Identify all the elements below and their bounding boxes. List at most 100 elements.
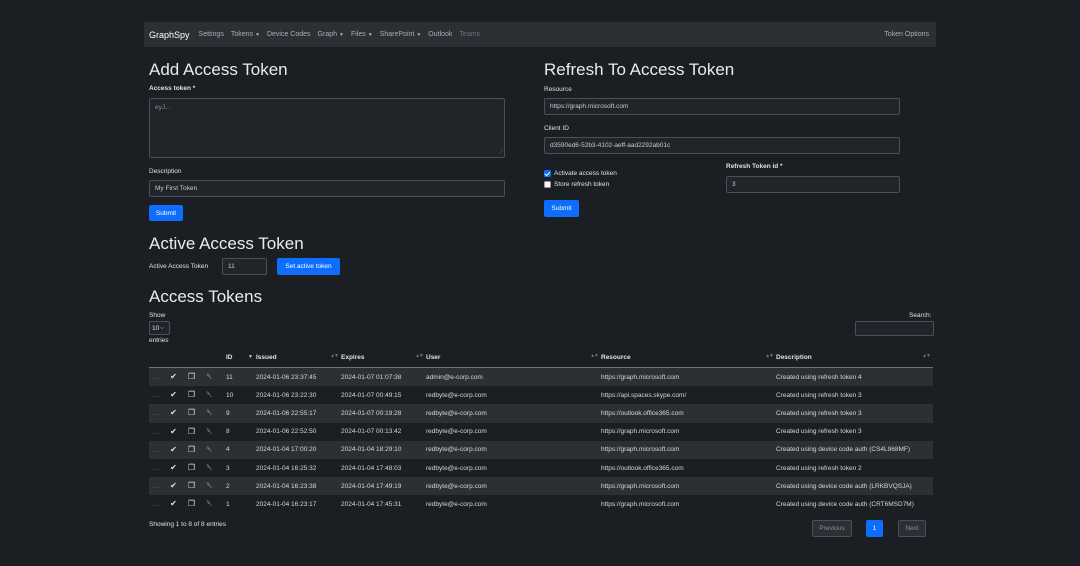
trash-icon[interactable]: ␡ — [205, 408, 214, 418]
trash-icon[interactable]: ␡ — [205, 372, 214, 382]
nav-sharepoint-dropdown[interactable]: SharePoint ▼ — [380, 31, 422, 38]
nav-graph-dropdown[interactable]: Graph ▼ — [318, 31, 344, 38]
check-icon[interactable]: ✔ — [169, 390, 178, 399]
access-token-textarea[interactable]: eyJ... ⟋ — [149, 98, 505, 158]
cell-expires: 2024-01-07 01:07:38 — [341, 367, 426, 387]
check-icon[interactable]: ✔ — [169, 408, 178, 417]
trash-icon[interactable]: ␡ — [205, 445, 214, 455]
copy-icon[interactable]: ❐ — [187, 408, 196, 417]
app: GraphSpy Settings Tokens ▼ Device Codes G… — [144, 22, 936, 537]
cell-user: admin@e-corp.com — [426, 367, 601, 387]
expand-icon[interactable]: … — [152, 499, 161, 508]
check-icon[interactable]: ✔ — [169, 499, 178, 508]
cell-issued: 2024-01-04 16:25:32 — [256, 464, 317, 472]
cell-id: 8 — [226, 428, 230, 436]
check-icon[interactable]: ✔ — [169, 481, 178, 490]
refresh-token-id-input[interactable]: 3 — [726, 176, 900, 193]
check-icon[interactable]: ✔ — [169, 427, 178, 436]
cell-resource: https://graph.microsoft.com — [601, 428, 680, 436]
row-actions: … ✔ ❐ ␡ — [149, 495, 226, 513]
active-access-token-input[interactable]: 11 — [222, 258, 267, 275]
pagination-next[interactable]: Next — [898, 520, 926, 537]
table-info: Showing 1 to 8 of 8 entries — [149, 521, 226, 528]
copy-icon[interactable]: ❐ — [187, 499, 196, 508]
cell-description: Created using refresh token 4 — [776, 367, 933, 387]
nav-teams-disabled: Teams — [459, 31, 481, 38]
column-header-user[interactable]: User ▲▼ — [426, 347, 601, 368]
cell-description: Created using refresh token 3 — [776, 404, 933, 423]
nav-device-codes[interactable]: Device Codes — [267, 31, 311, 38]
caret-down-icon: ▼ — [367, 32, 373, 38]
expand-icon[interactable]: … — [152, 427, 161, 436]
access-tokens-heading: Access Tokens — [149, 287, 263, 306]
check-icon[interactable]: ✔ — [169, 445, 178, 454]
copy-icon[interactable]: ❐ — [187, 372, 196, 381]
nav-tokens-dropdown[interactable]: Tokens ▼ — [231, 31, 260, 38]
description-input[interactable]: My First Token — [149, 180, 505, 197]
cell-issued: 2024-01-06 23:37:45 — [256, 367, 341, 387]
row-actions: … ✔ ❐ ␡ — [149, 459, 226, 477]
copy-icon[interactable]: ❐ — [187, 463, 196, 472]
client-id-label: Client ID — [544, 125, 569, 132]
resource-input[interactable]: https://graph.microsoft.com — [544, 98, 900, 115]
store-refresh-token-checkbox[interactable] — [544, 181, 551, 188]
activate-access-token-checkbox[interactable] — [544, 170, 551, 177]
set-active-token-button[interactable]: Set active token — [277, 258, 340, 275]
cell-user: redbyte@e-corp.com — [426, 464, 487, 472]
nav-outlook[interactable]: Outlook — [428, 31, 452, 38]
sort-icon: ▲▼ — [330, 353, 339, 359]
search-input[interactable] — [855, 321, 934, 336]
column-header-expires[interactable]: Expires ▲▼ — [341, 347, 426, 368]
add-token-submit-button[interactable]: Submit — [149, 205, 183, 221]
client-id-input[interactable]: d3590ed6-52b3-4102-aeff-aad2292ab01c — [544, 137, 900, 154]
copy-icon[interactable]: ❐ — [187, 427, 196, 436]
row-actions: … ✔ ❐ ␡ — [149, 423, 226, 441]
nav-token-options[interactable]: Token Options — [884, 22, 929, 47]
expand-icon[interactable]: … — [152, 463, 161, 472]
resource-label: Resource — [544, 86, 572, 93]
column-header-description[interactable]: Description ▲▼ — [776, 347, 933, 368]
expand-icon[interactable]: … — [152, 372, 161, 381]
refresh-submit-button[interactable]: Submit — [544, 200, 579, 217]
activate-access-token-label: Activate access token — [554, 170, 617, 177]
refresh-token-id-label: Refresh Token id * — [726, 163, 783, 170]
resize-grip-icon[interactable]: ⟋ — [499, 150, 503, 157]
entries-select[interactable]: 10 ⌵ — [149, 321, 170, 335]
nav-files-dropdown[interactable]: Files ▼ — [351, 31, 373, 38]
column-header-resource[interactable]: Resource ▲▼ — [601, 347, 776, 368]
trash-icon[interactable]: ␡ — [205, 427, 214, 437]
check-icon[interactable]: ✔ — [169, 463, 178, 472]
cell-description: Created using refresh token 3 — [776, 391, 862, 399]
copy-icon[interactable]: ❐ — [187, 481, 196, 490]
cell-issued: 2024-01-04 16:23:17 — [256, 500, 317, 508]
copy-icon[interactable]: ❐ — [187, 390, 196, 399]
expand-icon[interactable]: … — [152, 390, 161, 399]
cell-expires: 2024-01-04 17:45:31 — [341, 500, 402, 508]
column-header-id[interactable]: ID ▼ — [226, 347, 256, 368]
description-label: Description — [149, 168, 182, 175]
active-access-token-label: Active Access Token — [149, 263, 209, 270]
sort-icon: ▲▼ — [922, 353, 931, 359]
column-header-issued[interactable]: Issued ▲▼ — [256, 347, 341, 368]
cell-resource: https://outlook.office365.com — [601, 464, 684, 472]
expand-icon[interactable]: … — [152, 445, 161, 454]
table-row: … ✔ ❐ ␡ 9 2024-01-06 22:55:17 2024-01-07 00:19… — [149, 404, 933, 423]
store-refresh-token-label: Store refresh token — [554, 181, 610, 188]
nav-settings[interactable]: Settings — [199, 31, 224, 38]
brand-logo[interactable]: GraphSpy — [149, 30, 190, 40]
cell-description: Created using device code auth (CRT6MSD7… — [776, 500, 914, 508]
pagination-previous[interactable]: Previous — [812, 520, 852, 537]
pagination-page-1[interactable]: 1 — [866, 520, 883, 537]
trash-icon[interactable]: ␡ — [205, 481, 214, 491]
table-row: … ✔ ❐ ␡ 8 2024-01-06 22:52:50 2024-01-07 00:13… — [149, 423, 933, 441]
trash-icon[interactable]: ␡ — [205, 463, 214, 473]
cell-id: 1 — [226, 500, 230, 508]
cell-expires: 2024-01-04 17:48:03 — [341, 464, 402, 472]
expand-icon[interactable]: … — [152, 408, 161, 417]
trash-icon[interactable]: ␡ — [205, 390, 214, 400]
copy-icon[interactable]: ❐ — [187, 445, 196, 454]
check-icon[interactable]: ✔ — [169, 372, 178, 381]
cell-id: 3 — [226, 464, 230, 472]
expand-icon[interactable]: … — [152, 481, 161, 490]
trash-icon[interactable]: ␡ — [205, 499, 214, 509]
